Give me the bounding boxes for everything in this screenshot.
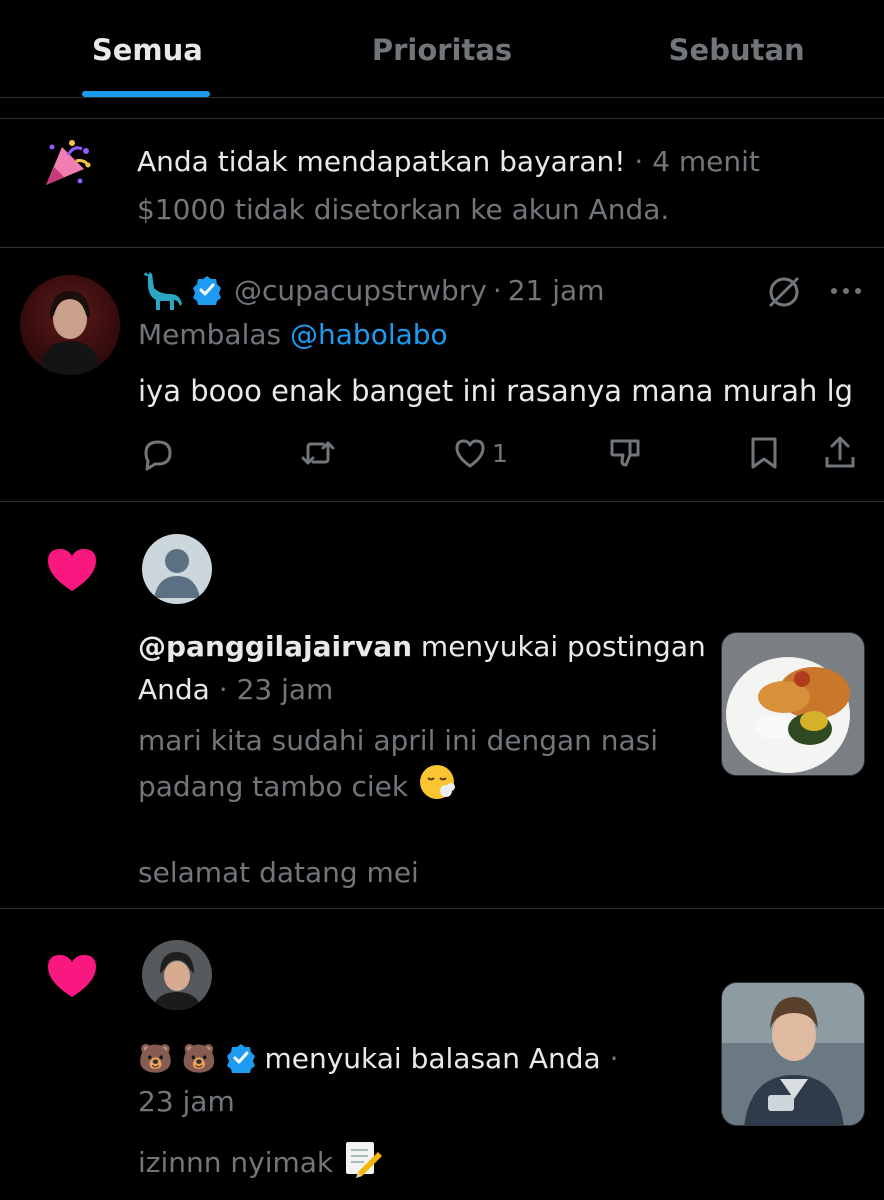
bookmark-icon — [751, 437, 777, 469]
tweet-handle[interactable]: @cupacupstrwbry — [234, 274, 487, 307]
reply-button[interactable] — [138, 430, 178, 476]
person-photo-image — [722, 983, 864, 1125]
notification-tabs: Semua Prioritas Sebutan — [0, 0, 884, 98]
mute-conversation-icon[interactable] — [764, 272, 804, 312]
divider — [0, 908, 884, 909]
party-popper-icon — [46, 140, 91, 185]
avatar[interactable] — [142, 534, 212, 604]
separator-dot: · — [218, 673, 228, 706]
liker-handle[interactable]: @panggilajairvan — [138, 630, 412, 663]
tweet-actions: 1 — [138, 430, 868, 476]
liked-post-text: izinnn nyimak — [138, 1138, 708, 1184]
like-button[interactable]: 1 — [450, 430, 508, 476]
face-exhaling-emoji-icon — [420, 765, 456, 799]
liked-post-line: izinnn nyimak — [138, 1146, 334, 1179]
liked-post-text: mari kita sudahi april ini dengan nasi p… — [138, 719, 708, 894]
active-tab-indicator — [82, 91, 210, 97]
heart-filled-icon — [48, 955, 96, 997]
divider — [0, 247, 884, 248]
like-count: 1 — [492, 438, 508, 468]
like-time: 23 jam — [236, 673, 334, 706]
divider — [0, 118, 884, 119]
avatar-portrait — [142, 940, 212, 1010]
liker-display-name[interactable]: 🐻 🐻 — [138, 1042, 217, 1075]
payout-title-line: Anda tidak mendapatkan bayaran! · 4 meni… — [137, 145, 760, 178]
memo-emoji-icon — [346, 1142, 383, 1178]
like-time: 23 jam — [138, 1085, 235, 1118]
post-thumbnail[interactable] — [721, 632, 865, 776]
payout-time: 4 menit — [652, 145, 760, 178]
separator-dot: · — [634, 145, 644, 178]
reply-icon — [144, 440, 172, 471]
avatar-portrait — [38, 291, 102, 375]
share-icon — [825, 436, 855, 468]
food-plate-image — [722, 633, 864, 775]
heart-filled-icon — [48, 549, 96, 591]
tweet-text: iya booo enak banget ini rasanya mana mu… — [138, 374, 854, 408]
payout-title: Anda tidak mendapatkan bayaran! — [137, 145, 626, 178]
tab-semua[interactable]: Semua — [0, 0, 295, 97]
post-thumbnail[interactable] — [721, 982, 865, 1126]
retweet-icon — [301, 441, 335, 465]
verified-badge-icon — [193, 276, 221, 305]
verified-badge-icon — [226, 1044, 255, 1073]
share-button[interactable] — [820, 430, 860, 476]
heart-outline-icon — [455, 439, 485, 468]
divider — [0, 501, 884, 502]
thumbs-down-icon — [610, 439, 640, 467]
tab-prioritas[interactable]: Prioritas — [295, 0, 590, 97]
replying-to-link[interactable]: @habolabo — [290, 318, 448, 351]
tab-sebutan[interactable]: Sebutan — [589, 0, 884, 97]
sauropod-emoji-icon — [144, 271, 182, 310]
payout-body: $1000 tidak disetorkan ke akun Anda. — [137, 193, 670, 226]
liked-post-line: mari kita sudahi april ini dengan nasi — [138, 724, 659, 757]
like-action-text: menyukai balasan Anda — [264, 1042, 601, 1075]
separator-dot: · — [492, 273, 502, 307]
tweet-header: @cupacupstrwbry · 21 jam — [138, 268, 604, 312]
replying-to: Membalas @habolabo — [138, 318, 448, 351]
liked-post-line: selamat datang mei — [138, 856, 419, 889]
retweet-button[interactable] — [298, 430, 338, 476]
downvote-button[interactable] — [606, 430, 646, 476]
separator-dot: · — [609, 1042, 619, 1075]
more-options-icon[interactable] — [826, 276, 866, 306]
liked-post-line: padang tambo ciek — [138, 770, 409, 803]
like-description: 🐻 🐻 menyukai balasan Anda · 23 jam — [138, 1037, 708, 1123]
replying-prefix: Membalas — [138, 318, 282, 351]
tweet-time: 21 jam — [507, 273, 605, 307]
avatar[interactable] — [142, 940, 212, 1010]
default-avatar-icon — [154, 549, 200, 598]
bookmark-button[interactable] — [744, 430, 784, 476]
avatar[interactable] — [20, 275, 120, 375]
like-description: @panggilajairvan menyukai postingan Anda… — [138, 625, 708, 711]
